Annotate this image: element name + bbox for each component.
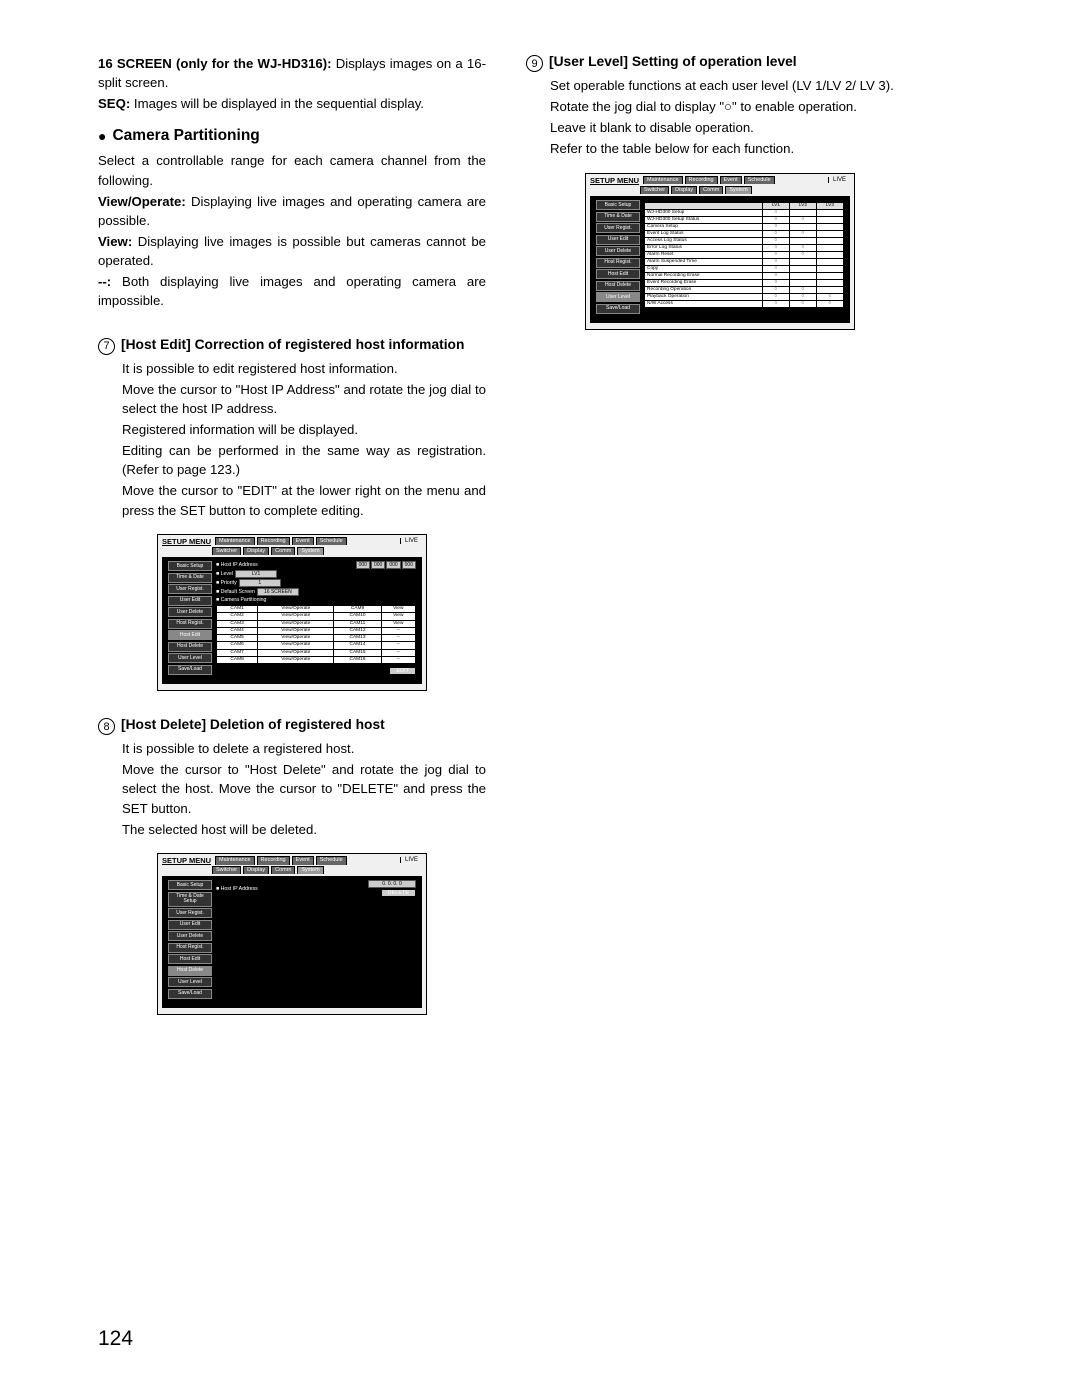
section-9-heading: 9 [User Level] Setting of operation leve… xyxy=(526,54,914,72)
sidebar-item: Time & Date Setup xyxy=(168,892,212,907)
fig8-sidebar: Basic Setup Time & Date SetupUser Regist.… xyxy=(168,880,212,1000)
seq-line: SEQ: Images will be displayed in the seq… xyxy=(98,94,486,113)
sidebar-item: User Edit xyxy=(596,235,640,245)
fig8-title: SETUP MENU xyxy=(162,856,211,865)
sidebar-item: User Regist. xyxy=(168,584,212,594)
circled-7: 7 xyxy=(98,338,115,355)
view-line: View: Displaying live images is possible… xyxy=(98,232,486,270)
sidebar-item: User Level xyxy=(168,653,212,663)
fig9-main: LV1LV2LV3WJ-HD300 Setup○WJ-HD300 Setup S… xyxy=(644,200,844,315)
viewop-line: View/Operate: Displaying live images and… xyxy=(98,192,486,230)
sidebar-item: Host Delete xyxy=(168,642,212,652)
section-7-body: It is possible to edit registered host i… xyxy=(98,359,486,520)
sidebar-item: Host Edit xyxy=(596,269,640,279)
figure-host-delete: SETUP MENU Maintenance Recording Event S… xyxy=(157,853,427,1016)
sidebar-item: Basic Setup xyxy=(168,880,212,890)
screen16-line: 16 SCREEN (only for the WJ-HD316): Displ… xyxy=(98,54,486,92)
sidebar-item: User Level xyxy=(168,977,212,987)
user-level-table: LV1LV2LV3WJ-HD300 Setup○WJ-HD300 Setup S… xyxy=(644,202,844,308)
sidebar-item: Host Delete xyxy=(168,966,212,976)
sidebar-item: Host Regist. xyxy=(168,619,212,629)
sidebar-item: User Regist. xyxy=(168,908,212,918)
section-8-body: It is possible to delete a registered ho… xyxy=(98,739,486,839)
seq-label: SEQ: xyxy=(98,96,130,111)
seq-desc: Images will be displayed in the sequenti… xyxy=(134,96,424,111)
delete-button: DELETE xyxy=(381,889,416,897)
sidebar-item: User Delete xyxy=(596,246,640,256)
cam-part-intro: Select a controllable range for each cam… xyxy=(98,151,486,189)
sidebar-item: Save/Load xyxy=(596,304,640,314)
sidebar-item: User Delete xyxy=(168,607,212,617)
sidebar-item: Time & Date xyxy=(596,212,640,222)
dash-line: --: Both displaying live images and oper… xyxy=(98,272,486,310)
edit-button: EDIT xyxy=(389,667,416,675)
sidebar-item: Host Regist. xyxy=(596,258,640,268)
sidebar-item: User Edit xyxy=(168,596,212,606)
left-column: 16 SCREEN (only for the WJ-HD316): Displ… xyxy=(98,54,486,1015)
sidebar-item: Host Edit xyxy=(168,630,212,640)
sidebar-item: Host Edit xyxy=(168,954,212,964)
fig8-main: Host IP Address 0. 0. 0. 0 DELETE xyxy=(216,880,416,1000)
figure-user-level: SETUP MENU Maintenance Recording Event S… xyxy=(585,173,855,331)
screen16-label: 16 SCREEN (only for the WJ-HD316): xyxy=(98,56,332,71)
fig9-title: SETUP MENU xyxy=(590,176,639,185)
sidebar-item: Time & Date xyxy=(168,573,212,583)
section-9-body: Set operable functions at each user leve… xyxy=(526,76,914,159)
page-number: 124 xyxy=(98,1327,133,1351)
right-column: 9 [User Level] Setting of operation leve… xyxy=(526,54,914,1015)
camera-partitioning-table: CAM1View/OperateCAM9ViewCAM2View/Operate… xyxy=(216,605,416,664)
sidebar-item: Save/Load xyxy=(168,665,212,675)
circled-8: 8 xyxy=(98,718,115,735)
sidebar-item: Host Delete xyxy=(596,281,640,291)
fig7-title: SETUP MENU xyxy=(162,537,211,546)
camera-partitioning-heading: Camera Partitioning xyxy=(98,127,486,145)
figure-host-edit: SETUP MENU Maintenance Recording Event S… xyxy=(157,534,427,692)
sidebar-item: Basic Setup xyxy=(168,561,212,571)
fig9-sidebar: Basic Setup Time & DateUser Regist. User E… xyxy=(596,200,640,315)
section-7-heading: 7 [Host Edit] Correction of registered h… xyxy=(98,337,486,355)
sidebar-item: User Regist. xyxy=(596,223,640,233)
sidebar-item: User Level xyxy=(596,292,640,302)
sidebar-item: Host Regist. xyxy=(168,943,212,953)
circled-9: 9 xyxy=(526,55,543,72)
sidebar-item: User Edit xyxy=(168,920,212,930)
section-8-heading: 8 [Host Delete] Deletion of registered h… xyxy=(98,717,486,735)
fig7-sidebar: Basic Setup Time & DateUser Regist. User E… xyxy=(168,561,212,676)
sidebar-item: User Delete xyxy=(168,931,212,941)
sidebar-item: Save/Load xyxy=(168,989,212,999)
sidebar-item: Basic Setup xyxy=(596,200,640,210)
fig7-main: Host IP Address 000 000 000 000 LevelLV1… xyxy=(216,561,416,676)
